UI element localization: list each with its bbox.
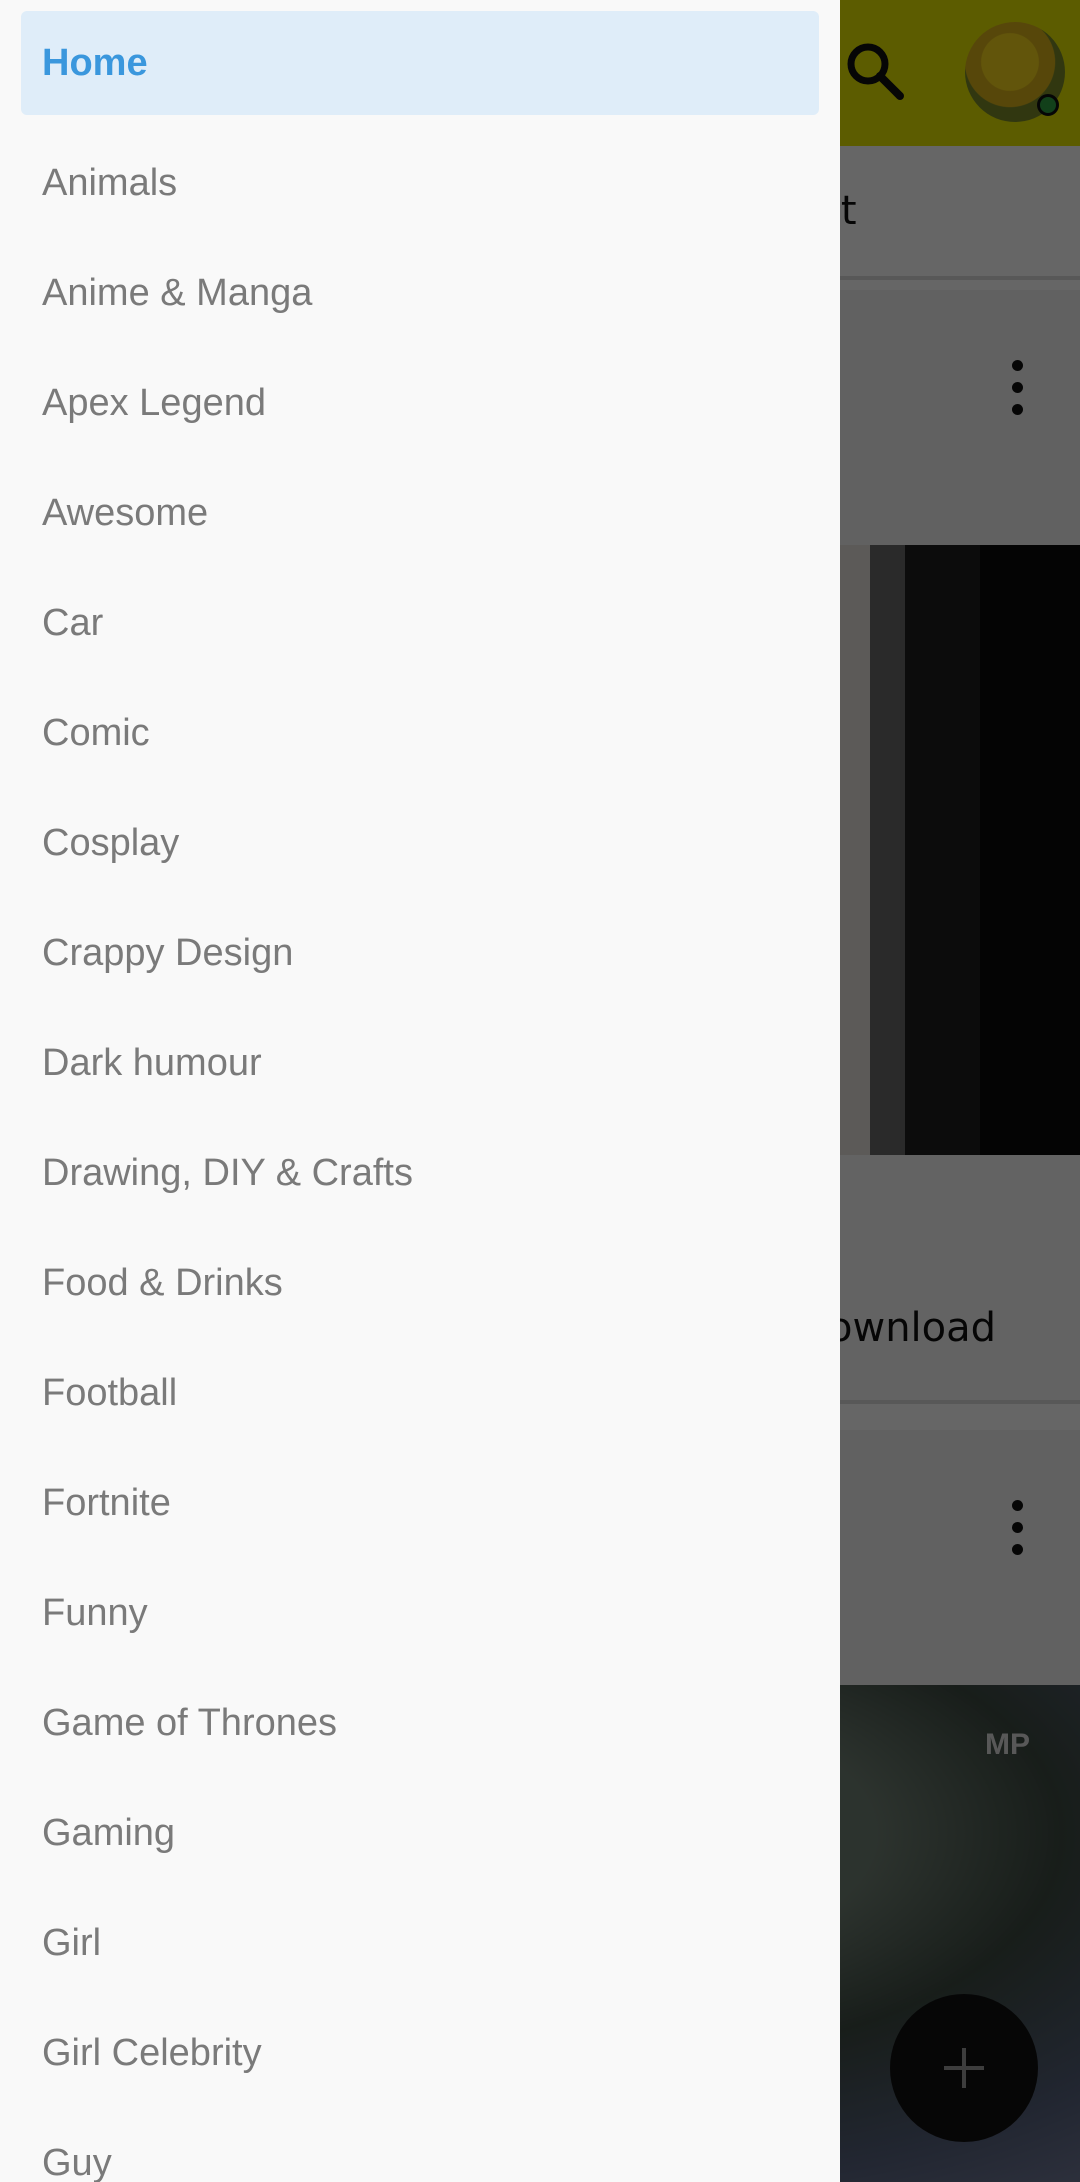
drawer-item-label: Drawing, DIY & Crafts bbox=[42, 1151, 413, 1194]
drawer-item-label: Funny bbox=[42, 1591, 148, 1634]
drawer-item-gaming[interactable]: Gaming bbox=[0, 1778, 840, 1888]
drawer-item-fortnite[interactable]: Fortnite bbox=[0, 1448, 840, 1558]
drawer-item-girl[interactable]: Girl bbox=[0, 1888, 840, 1998]
drawer-item-label: Apex Legend bbox=[42, 381, 266, 424]
drawer-item-label: Food & Drinks bbox=[42, 1261, 283, 1304]
drawer-item-label: Fortnite bbox=[42, 1481, 171, 1524]
drawer-item-label: Anime & Manga bbox=[42, 271, 313, 314]
navigation-drawer: Home Animals Anime & Manga Apex Legend A… bbox=[0, 0, 840, 2182]
drawer-item-label: Comic bbox=[42, 711, 150, 754]
drawer-item-label: Girl bbox=[42, 1921, 102, 1964]
drawer-item-label: Awesome bbox=[42, 491, 209, 534]
drawer-item-car[interactable]: Car bbox=[0, 568, 840, 678]
drawer-item-anime-manga[interactable]: Anime & Manga bbox=[0, 238, 840, 348]
drawer-item-label: Car bbox=[42, 601, 104, 644]
drawer-item-dark-humour[interactable]: Dark humour bbox=[0, 1008, 840, 1118]
drawer-item-label: Football bbox=[42, 1371, 178, 1414]
drawer-item-game-of-thrones[interactable]: Game of Thrones bbox=[0, 1668, 840, 1778]
drawer-item-guy[interactable]: Guy bbox=[0, 2108, 840, 2182]
drawer-item-football[interactable]: Football bbox=[0, 1338, 840, 1448]
drawer-item-label: Game of Thrones bbox=[42, 1701, 338, 1744]
drawer-item-label: Girl Celebrity bbox=[42, 2031, 262, 2074]
drawer-item-label: Crappy Design bbox=[42, 931, 294, 974]
drawer-item-funny[interactable]: Funny bbox=[0, 1558, 840, 1668]
drawer-item-label: Gaming bbox=[42, 1811, 176, 1854]
drawer-item-food-drinks[interactable]: Food & Drinks bbox=[0, 1228, 840, 1338]
drawer-item-comic[interactable]: Comic bbox=[0, 678, 840, 788]
drawer-item-awesome[interactable]: Awesome bbox=[0, 458, 840, 568]
drawer-item-label: Guy bbox=[42, 2141, 112, 2182]
drawer-item-label: Home bbox=[42, 41, 148, 84]
drawer-item-label: Animals bbox=[42, 161, 178, 204]
drawer-item-home[interactable]: Home bbox=[21, 11, 819, 115]
drawer-item-cosplay[interactable]: Cosplay bbox=[0, 788, 840, 898]
drawer-item-label: Dark humour bbox=[42, 1041, 262, 1084]
drawer-item-apex-legend[interactable]: Apex Legend bbox=[0, 348, 840, 458]
drawer-item-label: Cosplay bbox=[42, 821, 180, 864]
drawer-item-crappy-design[interactable]: Crappy Design bbox=[0, 898, 840, 1008]
drawer-item-animals[interactable]: Animals bbox=[0, 128, 840, 238]
drawer-item-girl-celebrity[interactable]: Girl Celebrity bbox=[0, 1998, 840, 2108]
drawer-item-drawing-diy-crafts[interactable]: Drawing, DIY & Crafts bbox=[0, 1118, 840, 1228]
